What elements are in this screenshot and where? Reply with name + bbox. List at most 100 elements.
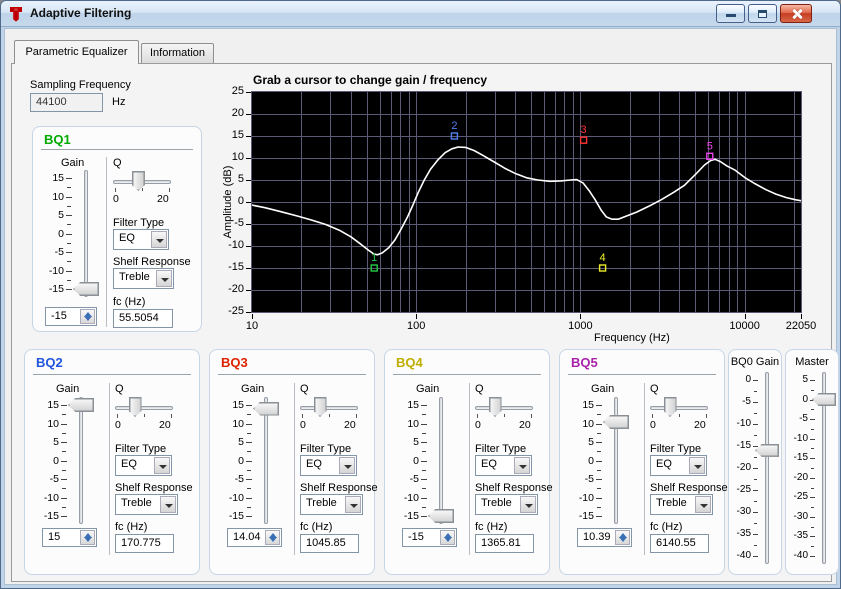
slider-thumb[interactable] <box>812 393 836 407</box>
gain-slider[interactable]: 15 10 5 0 -5 -10 -15 <box>33 397 96 532</box>
q-slider[interactable]: 0 20 <box>115 397 177 433</box>
slider-thumb[interactable] <box>428 509 454 523</box>
shelf-response-select[interactable]: Treble <box>475 494 538 515</box>
master-slider[interactable]: 5 0 -5 -10 -15 -20 -25 -30 -35 -40 <box>788 372 838 572</box>
bq0-gain-slider[interactable]: 0 -5 -10 -15 -20 -25 -30 -35 -40 <box>731 372 781 572</box>
filter-type-select[interactable]: EQ <box>115 455 172 476</box>
q-slider[interactable]: 0 20 <box>650 397 712 433</box>
slider-thumb[interactable] <box>755 443 779 457</box>
q-slider-thumb[interactable] <box>663 397 677 417</box>
x-axis-label: Frequency (Hz) <box>594 332 670 344</box>
chevron-down-icon[interactable] <box>151 231 167 248</box>
gain-label: Gain <box>591 383 615 395</box>
q-slider-thumb[interactable] <box>313 397 327 417</box>
slider-minor-tick <box>422 488 426 490</box>
shelf-response-select[interactable]: Treble <box>650 494 713 515</box>
fc-input[interactable]: 170.775 <box>115 534 174 553</box>
minimize-button[interactable] <box>716 4 745 23</box>
gain-slider[interactable]: 15 10 5 0 -5 -10 -15 <box>218 397 281 532</box>
gain-numeric-value: 15 <box>48 531 61 543</box>
q-slider-track[interactable] <box>115 406 173 410</box>
axis-tick <box>246 158 251 159</box>
axis-tick <box>246 92 251 93</box>
slider-tick <box>753 490 758 491</box>
slider-track[interactable] <box>264 397 268 524</box>
maximize-button[interactable] <box>748 4 777 23</box>
gain-slider[interactable]: 15 10 5 0 -5 -10 -15 <box>38 170 101 305</box>
gain-numeric[interactable]: 15 <box>42 528 97 547</box>
fc-input[interactable]: 1045.85 <box>300 534 359 553</box>
gain-numeric[interactable]: -15 <box>402 528 457 547</box>
gain-slider[interactable]: 15 10 5 0 -5 -10 -15 <box>568 397 631 532</box>
gain-numeric[interactable]: -15 <box>45 307 97 326</box>
slider-thumb[interactable] <box>603 415 629 430</box>
axis-tick-label: -20 <box>228 283 244 295</box>
tab-information[interactable]: Information <box>141 43 214 64</box>
shelf-response-select[interactable]: Treble <box>300 494 363 515</box>
gain-numeric[interactable]: 10.39 <box>577 528 632 547</box>
slider-thumb[interactable] <box>253 401 279 416</box>
slider-tick-label: -5 <box>49 473 59 485</box>
chevron-down-icon[interactable] <box>695 496 711 513</box>
sampling-frequency-unit: Hz <box>112 96 126 108</box>
shelf-response-select[interactable]: Treble <box>115 494 178 515</box>
spinner-buttons[interactable] <box>615 530 630 545</box>
filter-type-select[interactable]: EQ <box>113 229 169 250</box>
chevron-down-icon[interactable] <box>160 496 176 513</box>
spinner-buttons[interactable] <box>80 530 95 545</box>
spinner-buttons[interactable] <box>265 530 280 545</box>
chevron-down-icon[interactable] <box>339 457 355 474</box>
close-button[interactable] <box>780 4 812 23</box>
fc-input[interactable]: 55.5054 <box>113 309 173 328</box>
q-slider[interactable]: 0 20 <box>475 397 537 433</box>
title-separator <box>568 374 716 375</box>
slider-thumb[interactable] <box>68 398 94 412</box>
slider-tick <box>596 516 602 517</box>
q-slider[interactable]: 0 20 <box>300 397 362 433</box>
slider-tick <box>421 479 427 480</box>
slider-tick-label: -10 <box>578 491 594 504</box>
q-slider-track[interactable] <box>650 406 708 410</box>
q-slider-thumb[interactable] <box>488 397 502 417</box>
fc-input[interactable]: 1365.81 <box>475 534 534 553</box>
slider-minor-tick <box>811 468 814 469</box>
tab-parametric-equalizer[interactable]: Parametric Equalizer <box>14 40 139 64</box>
slider-tick <box>753 556 758 557</box>
filter-type-select[interactable]: EQ <box>650 455 707 476</box>
slider-minor-tick <box>67 261 71 263</box>
chevron-down-icon[interactable] <box>156 270 172 287</box>
spinner-buttons[interactable] <box>440 530 455 545</box>
fc-input[interactable]: 6140.55 <box>650 534 709 553</box>
filter-type-select[interactable]: EQ <box>475 455 532 476</box>
chevron-down-icon[interactable] <box>345 496 361 513</box>
sampling-frequency-field[interactable]: 44100 <box>30 93 103 112</box>
chevron-down-icon[interactable] <box>520 496 536 513</box>
slider-minor-tick <box>597 488 601 490</box>
slider-track[interactable] <box>84 170 88 297</box>
shelf-response-select[interactable]: Treble <box>113 268 174 289</box>
gain-numeric[interactable]: 14.04 <box>227 528 282 547</box>
q-slider[interactable]: 0 20 <box>113 171 175 207</box>
slider-tick <box>421 423 427 425</box>
chevron-down-icon[interactable] <box>514 457 530 474</box>
slider-tick-label: -15 <box>43 510 59 522</box>
slider-thumb[interactable] <box>73 282 99 296</box>
chevron-down-icon[interactable] <box>689 457 705 474</box>
q-slider-track[interactable] <box>300 406 358 410</box>
slider-tick-label: 10 <box>407 417 419 430</box>
slider-track[interactable] <box>79 397 83 524</box>
q-slider-thumb[interactable] <box>128 397 142 417</box>
axis-tick <box>416 314 418 319</box>
slider-track[interactable] <box>765 372 769 564</box>
q-slider-track[interactable] <box>475 406 533 410</box>
filter-type-select[interactable]: EQ <box>300 455 357 476</box>
spinner-buttons[interactable] <box>80 309 95 324</box>
slider-track[interactable] <box>439 397 443 524</box>
slider-minor-tick <box>811 448 814 450</box>
slider-minor-tick <box>754 457 757 458</box>
cursor-3[interactable] <box>579 136 588 144</box>
gain-slider[interactable]: 15 10 5 0 -5 -10 -15 <box>393 397 456 532</box>
gain-numeric-value: 14.04 <box>233 531 261 543</box>
chevron-down-icon[interactable] <box>154 457 170 474</box>
slider-tick <box>66 289 72 290</box>
